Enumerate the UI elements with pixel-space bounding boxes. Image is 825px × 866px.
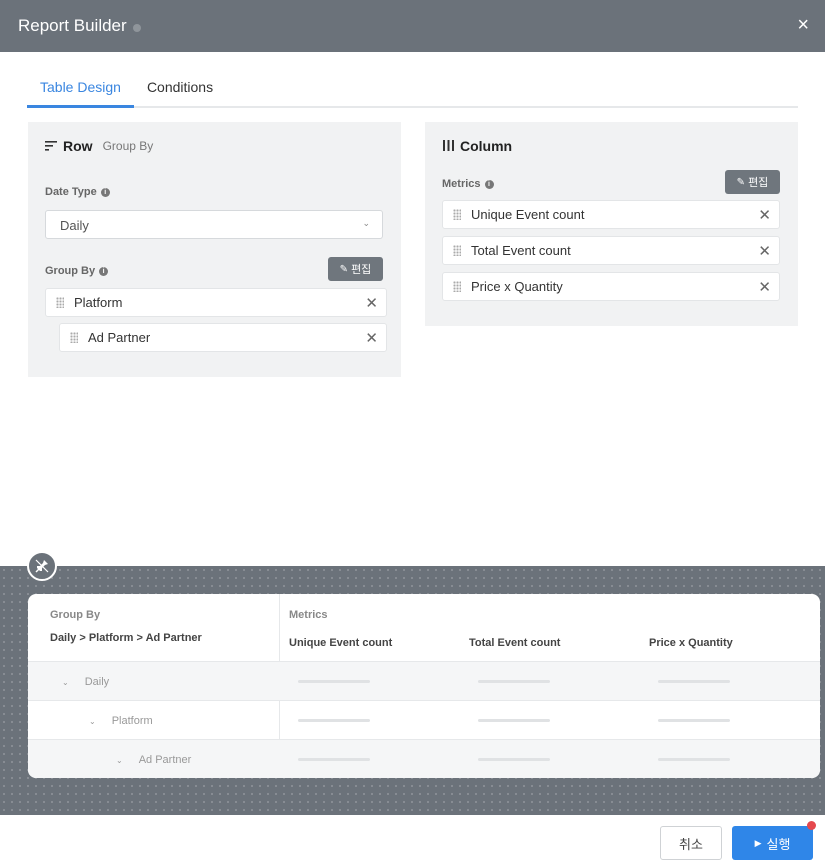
metric-item-label: Unique Event count [471,207,585,222]
table-row[interactable]: ⌄ Platform [28,700,820,739]
tab-bar: Table Design Conditions [27,70,798,108]
date-type-label-text: Date Type [45,186,97,198]
placeholder-bar [478,719,550,722]
modal-title: Report Builder [18,16,127,35]
row-label: ⌄ Ad Partner [116,754,191,766]
table-row[interactable]: ⌄ Daily [28,661,820,700]
edit-label: 편집 [351,264,372,276]
preview-group-by-label: Group By [50,609,101,621]
remove-icon[interactable]: ✕ [365,329,378,347]
metric-item-label: Price x Quantity [471,279,563,294]
notification-badge [807,821,816,830]
sort-lines-icon [45,139,57,154]
row-panel: Row Group By Date Type i Daily ⌄ Group B… [28,122,401,377]
tab-conditions[interactable]: Conditions [134,70,226,108]
columns-icon [443,139,454,154]
pin-icon[interactable] [27,551,57,581]
date-type-label: Date Type i [45,186,110,198]
edit-label: 편집 [748,177,769,189]
metrics-edit-button[interactable]: ✎ 편집 [725,170,780,194]
metric-item-total-event-count[interactable]: Total Event count ✕ [442,236,780,265]
play-icon: ▶ [754,837,762,848]
row-label: ⌄ Platform [89,715,153,727]
row-panel-header: Row Group By [45,138,153,154]
row-label-text: Daily [84,676,110,688]
drag-handle-icon[interactable] [70,332,78,343]
row-label: ⌄ Daily [62,676,109,688]
remove-icon[interactable]: ✕ [365,294,378,312]
column-panel: Column Metrics i ✎ 편집 Unique Event count… [425,122,798,326]
placeholder-bar [298,719,370,722]
chevron-down-icon[interactable]: ⌄ [116,756,123,765]
tab-table-design[interactable]: Table Design [27,70,134,108]
row-panel-title: Row [63,138,93,154]
column-panel-header: Column [443,138,512,154]
remove-icon[interactable]: ✕ [758,242,771,260]
group-by-item-platform[interactable]: Platform ✕ [45,288,387,317]
row-label-text: Ad Partner [138,754,192,766]
preview-column-header: Total Event count [469,637,561,649]
metric-item-label: Total Event count [471,243,571,258]
remove-icon[interactable]: ✕ [758,278,771,296]
drag-handle-icon[interactable] [453,245,461,256]
modal-header: Report Builder × [0,0,825,52]
group-by-label: Group By i [45,265,109,277]
chevron-down-icon[interactable]: ⌄ [62,678,69,687]
placeholder-bar [298,680,370,683]
info-icon[interactable]: i [99,266,109,276]
close-icon[interactable]: × [797,14,809,36]
report-builder-modal: Report Builder × Table Design Conditions… [0,0,825,866]
placeholder-bar [658,719,730,722]
preview-table: Group By Daily > Platform > Ad Partner M… [28,594,820,778]
drag-handle-icon[interactable] [56,297,64,308]
preview-column-header: Price x Quantity [649,637,733,649]
info-icon[interactable]: i [484,179,494,189]
row-label-text: Platform [111,715,153,727]
metric-item-unique-event-count[interactable]: Unique Event count ✕ [442,200,780,229]
placeholder-bar [658,758,730,761]
placeholder-bar [478,680,550,683]
table-row[interactable]: ⌄ Ad Partner [28,739,820,778]
status-dot-icon [132,23,141,32]
cancel-button[interactable]: 취소 [660,826,722,860]
preview-metrics-label: Metrics [289,609,328,621]
row-panel-subtitle: Group By [102,139,154,153]
chevron-down-icon: ⌄ [362,218,370,228]
pencil-icon: ✎ [736,176,746,188]
placeholder-bar [658,680,730,683]
group-by-edit-button[interactable]: ✎ 편집 [328,257,383,281]
metrics-label: Metrics i [442,178,494,190]
preview-column-header: Unique Event count [289,637,393,649]
placeholder-bar [298,758,370,761]
drag-handle-icon[interactable] [453,281,461,292]
date-type-select[interactable]: Daily ⌄ [45,210,383,239]
column-panel-title: Column [460,138,513,154]
group-by-item-label: Platform [74,295,123,310]
drag-handle-icon[interactable] [453,209,461,220]
group-by-item-label: Ad Partner [88,330,151,345]
pencil-icon: ✎ [339,263,349,275]
remove-icon[interactable]: ✕ [758,206,771,224]
group-by-item-ad-partner[interactable]: Ad Partner ✕ [59,323,387,352]
metric-item-price-x-quantity[interactable]: Price x Quantity ✕ [442,272,780,301]
metrics-label-text: Metrics [442,178,481,190]
run-label: 실행 [766,836,791,852]
chevron-down-icon[interactable]: ⌄ [89,717,96,726]
info-icon[interactable]: i [100,187,110,197]
preview-group-by-path: Daily > Platform > Ad Partner [50,632,202,644]
run-button[interactable]: ▶ 실행 [732,826,813,860]
placeholder-bar [478,758,550,761]
group-by-label-text: Group By [45,265,96,277]
date-type-value: Daily [60,218,89,233]
